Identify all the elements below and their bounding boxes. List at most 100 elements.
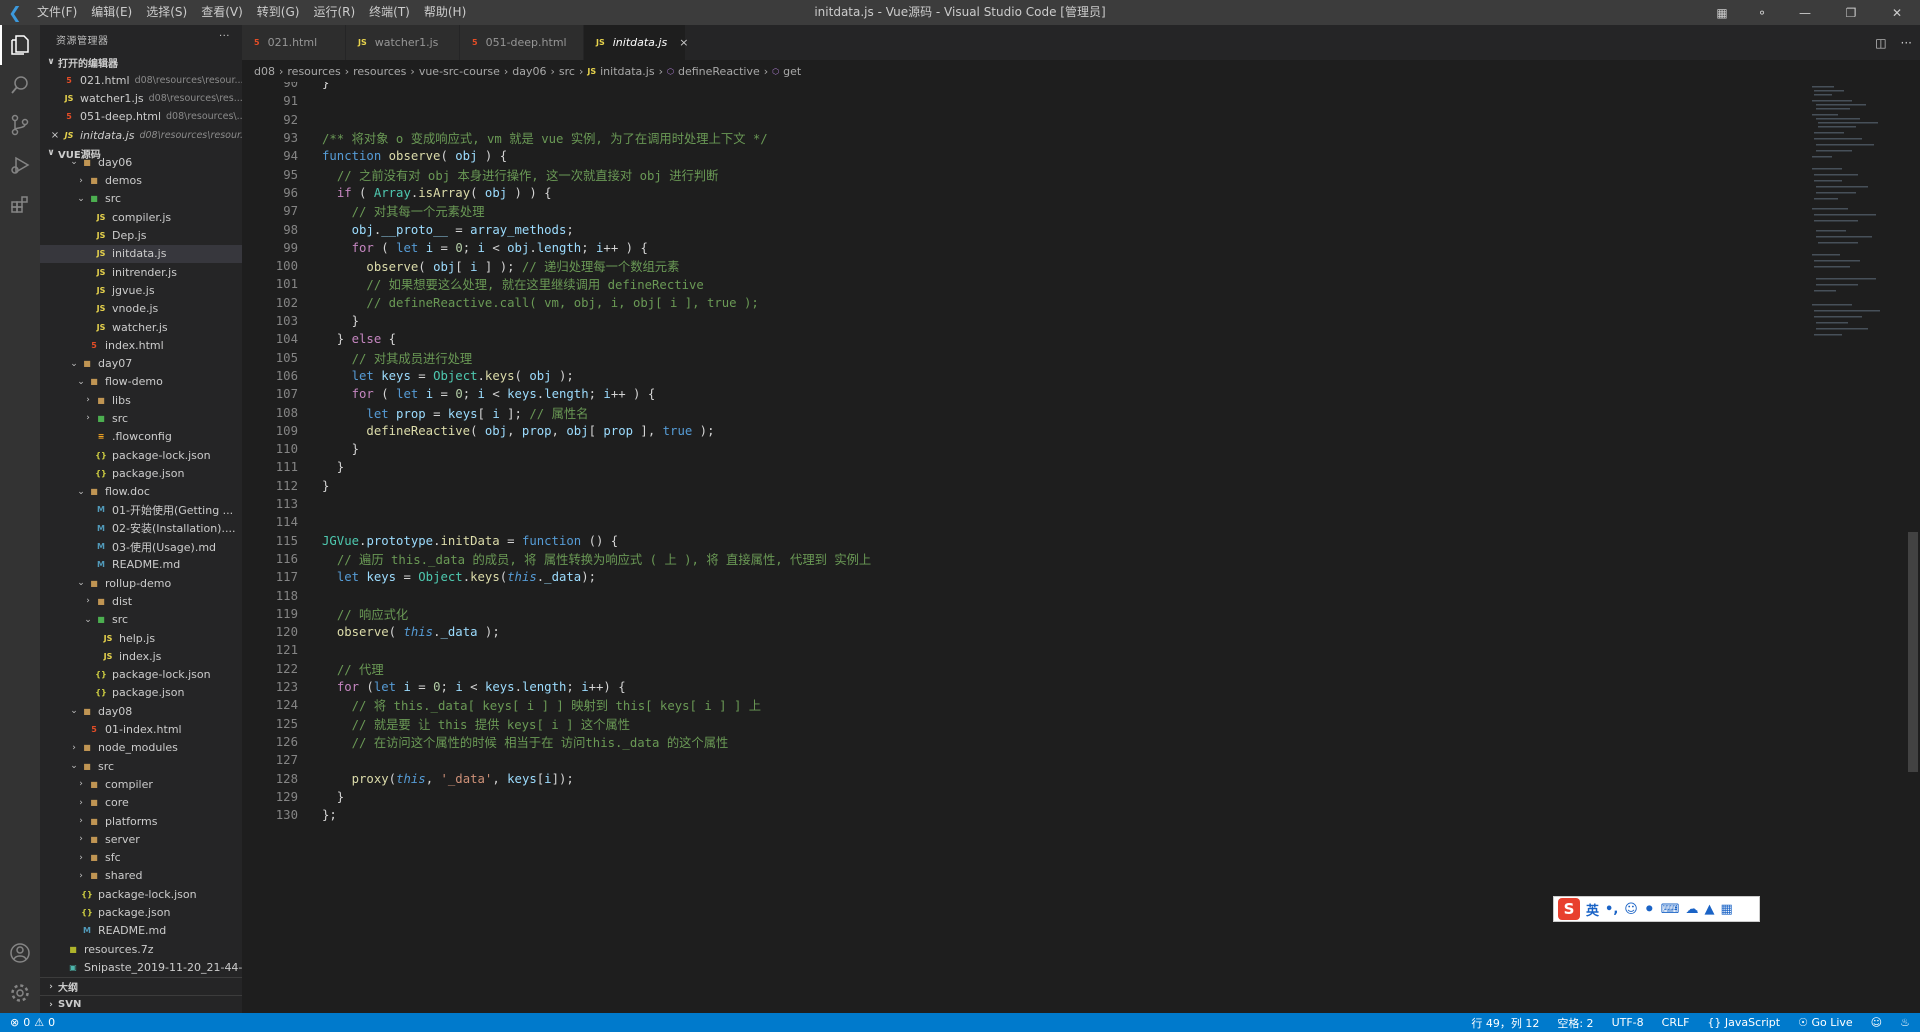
split-editor-icon[interactable]: ◫ <box>1875 36 1886 50</box>
ime-mode-toggle[interactable]: 英 <box>1586 900 1599 919</box>
indentation[interactable]: 空格: 2 <box>1557 1015 1593 1031</box>
more-actions-icon[interactable]: ··· <box>219 31 230 42</box>
tree-file[interactable]: M 02-安装(Installation).... <box>40 519 242 537</box>
tree-file[interactable]: ▣ Snipaste_2019-11-20_21-44-... <box>40 958 242 976</box>
keyboard-icon[interactable]: ⌨ <box>1661 902 1680 917</box>
minimize-button[interactable]: — <box>1782 0 1828 25</box>
code-line[interactable]: 106 let keys = Object.keys( obj ); <box>242 367 1782 385</box>
encoding[interactable]: UTF-8 <box>1612 1016 1644 1029</box>
tree-folder[interactable]: › ■ core <box>40 794 242 812</box>
menu-item[interactable]: 转到(G) <box>250 0 307 25</box>
code-line[interactable]: 124 // 将 this._data[ keys[ i ] ] 映射到 thi… <box>242 696 1782 714</box>
tree-folder[interactable]: › ■ dist <box>40 592 242 610</box>
code-line[interactable]: 111 } <box>242 458 1782 476</box>
tree-folder[interactable]: ⌄ ■ flow.doc <box>40 483 242 501</box>
menu-item[interactable]: 运行(R) <box>306 0 362 25</box>
tree-folder[interactable]: › ■ demos <box>40 171 242 189</box>
tree-folder[interactable]: ⌄ ■ src <box>40 757 242 775</box>
tree-file[interactable]: ≡ .flowconfig <box>40 428 242 446</box>
cursor-position[interactable]: 行 49，列 12 <box>1471 1015 1539 1031</box>
go-live-button[interactable]: ☉ Go Live <box>1798 1016 1853 1029</box>
tree-file[interactable]: {} package-lock.json <box>40 885 242 903</box>
code-line[interactable]: 122 // 代理 <box>242 660 1782 678</box>
breadcrumb-item[interactable]: day06 <box>512 65 546 78</box>
code-line[interactable]: 100 observe( obj[ i ] ); // 递归处理每一个数组元素 <box>242 257 1782 275</box>
tree-file[interactable]: JS Dep.js <box>40 226 242 244</box>
code-line[interactable]: 127 <box>242 751 1782 769</box>
code-line[interactable]: 120 observe( this._data ); <box>242 623 1782 641</box>
outline-section-header[interactable]: › 大纲 <box>40 977 242 995</box>
tree-file[interactable]: JS compiler.js <box>40 208 242 226</box>
menu-item[interactable]: 选择(S) <box>139 0 194 25</box>
code-line[interactable]: 123 for (let i = 0; i < keys.length; i++… <box>242 678 1782 696</box>
tree-folder[interactable]: › ■ shared <box>40 867 242 885</box>
code-line[interactable]: 114 <box>242 513 1782 531</box>
close-icon[interactable]: × <box>679 36 688 49</box>
code-line[interactable]: 92 <box>242 111 1782 129</box>
skin-icon[interactable]: ☁ <box>1686 902 1699 917</box>
tree-file[interactable]: JS help.js <box>40 629 242 647</box>
open-editor-item[interactable]: 5 021.html d08\resources\resour... <box>40 71 242 89</box>
breadcrumb-item[interactable]: resources <box>353 65 406 78</box>
breadcrumb-item[interactable]: defineReactive <box>678 65 760 78</box>
code-line[interactable]: 125 // 就是要 让 this 提供 keys[ i ] 这个属性 <box>242 715 1782 733</box>
feedback-icon[interactable]: ☺ <box>1871 1016 1882 1029</box>
shirt-icon[interactable]: ▲ <box>1705 902 1715 917</box>
source-control-icon[interactable] <box>0 105 40 145</box>
tree-file[interactable]: {} package-lock.json <box>40 666 242 684</box>
tree-file[interactable]: M 01-开始使用(Getting ... <box>40 501 242 519</box>
tree-folder[interactable]: › ■ node_modules <box>40 739 242 757</box>
tree-folder[interactable]: › ■ server <box>40 830 242 848</box>
microphone-icon[interactable]: ⚫ <box>1644 902 1655 917</box>
tree-folder[interactable]: ⌄ ■ flow-demo <box>40 373 242 391</box>
tree-folder[interactable]: › ■ platforms <box>40 812 242 830</box>
editor-tab[interactable]: 5 051-deep.html <box>460 25 584 60</box>
tree-folder[interactable]: › ■ sfc <box>40 848 242 866</box>
code-line[interactable]: 109 defineReactive( obj, prop, obj[ prop… <box>242 422 1782 440</box>
close-window-button[interactable]: ✕ <box>1874 0 1920 25</box>
close-icon[interactable]: × <box>48 130 62 141</box>
breadcrumb-item[interactable]: d08 <box>254 65 275 78</box>
code-line[interactable]: 95 // 之前没有对 obj 本身进行操作, 这一次就直接对 obj 进行判断 <box>242 166 1782 184</box>
open-editor-item[interactable]: JS watcher1.js d08\resources\res... <box>40 89 242 107</box>
code-line[interactable]: 105 // 对其成员进行处理 <box>242 349 1782 367</box>
code-line[interactable]: 115 JGVue.prototype.initData = function (… <box>242 532 1782 550</box>
code-line[interactable]: 94 function observe( obj ) { <box>242 147 1782 165</box>
code-line[interactable]: 98 obj.__proto__ = array_methods; <box>242 220 1782 238</box>
code-editor[interactable]: 90} 91 92 93/** 将对象 o 变成响应式, vm 就是 vue 实例, … <box>242 82 1920 1013</box>
tree-file[interactable]: JS initdata.js <box>40 244 242 263</box>
menu-item[interactable]: 编辑(E) <box>84 0 139 25</box>
notification-icon[interactable]: ⚬ <box>1742 0 1782 25</box>
grid-menu-icon[interactable]: ▦ <box>1721 902 1733 917</box>
vertical-scrollbar[interactable] <box>1906 82 1920 1013</box>
tree-file[interactable]: {} package.json <box>40 903 242 921</box>
tree-file[interactable]: ■ resources.7z <box>40 940 242 958</box>
tree-file[interactable]: JS watcher.js <box>40 318 242 336</box>
tree-file[interactable]: {} package.json <box>40 464 242 482</box>
code-line[interactable]: 93/** 将对象 o 变成响应式, vm 就是 vue 实例, 为了在调用时处… <box>242 129 1782 147</box>
notifications-bell-icon[interactable]: ♨ <box>1900 1016 1910 1029</box>
tree-file[interactable]: 5 01-index.html <box>40 720 242 738</box>
menu-item[interactable]: 文件(F) <box>30 0 84 25</box>
open-editor-item[interactable]: 5 051-deep.html d08\resources\... <box>40 108 242 126</box>
tree-file[interactable]: 5 index.html <box>40 336 242 354</box>
breadcrumb-item[interactable]: vue-src-course <box>419 65 500 78</box>
tree-folder[interactable]: ⌄ ■ day08 <box>40 702 242 720</box>
code-line[interactable]: 130}; <box>242 806 1782 824</box>
tree-folder[interactable]: ⌄ ■ day07 <box>40 354 242 372</box>
code-line[interactable]: 110 } <box>242 440 1782 458</box>
punctuation-icon[interactable]: •, <box>1605 902 1618 917</box>
layout-icon[interactable]: ▦ <box>1702 0 1742 25</box>
run-debug-icon[interactable] <box>0 145 40 185</box>
code-line[interactable]: 108 let prop = keys[ i ]; // 属性名 <box>242 403 1782 421</box>
code-line[interactable]: 90} <box>242 82 1782 92</box>
code-line[interactable]: 126 // 在访问这个属性的时候 相当于在 访问this._data 的这个属… <box>242 733 1782 751</box>
code-line[interactable]: 119 // 响应式化 <box>242 605 1782 623</box>
code-line[interactable]: 113 <box>242 495 1782 513</box>
breadcrumb-item[interactable]: get <box>783 65 801 78</box>
menu-item[interactable]: 帮助(H) <box>417 0 473 25</box>
code-line[interactable]: 102 // defineReactive.call( vm, obj, i, … <box>242 294 1782 312</box>
tree-file[interactable]: JS jgvue.js <box>40 281 242 299</box>
code-line[interactable]: 101 // 如果想要这么处理, 就在这里继续调用 defineRective <box>242 275 1782 293</box>
code-line[interactable]: 96 if ( Array.isArray( obj ) ) { <box>242 184 1782 202</box>
